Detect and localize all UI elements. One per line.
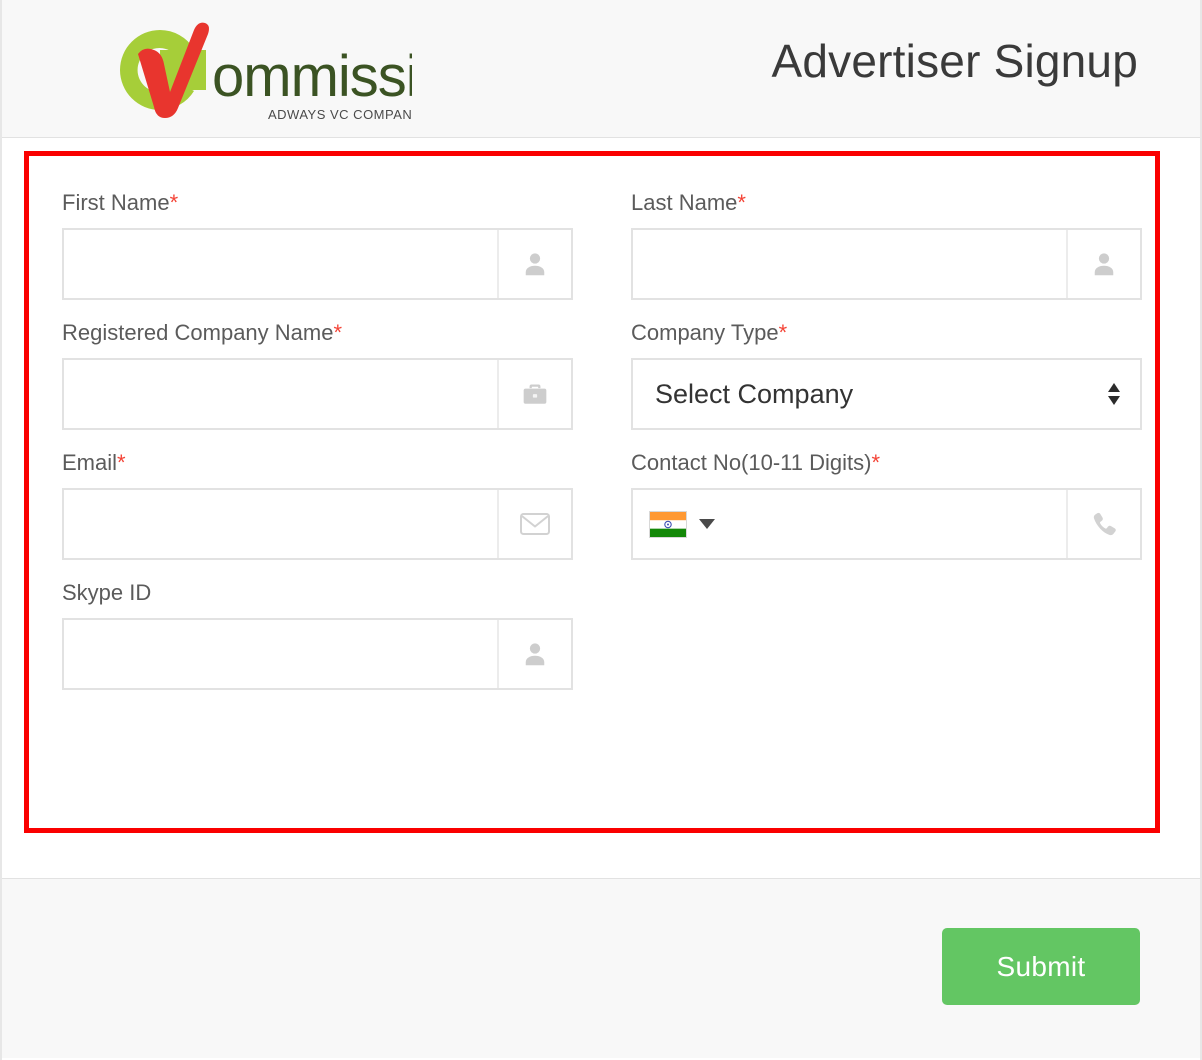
form-row: Skype ID [62,580,1142,690]
briefcase-icon [497,360,571,428]
field-skype-id: Skype ID [62,580,573,690]
field-first-name: First Name* [62,190,573,300]
required-asterisk: * [333,320,343,345]
skype-id-input-shell[interactable] [62,618,573,690]
page-title: Advertiser Signup [771,35,1138,87]
form-row: Registered Company Name* Company Type* S… [62,320,1142,430]
updown-arrows-icon [1088,379,1140,409]
label-text: Contact No(10-11 Digits) [631,450,872,475]
first-name-input-shell[interactable] [62,228,573,300]
field-email: Email* [62,450,573,560]
required-asterisk: * [871,450,881,475]
email-input-shell[interactable] [62,488,573,560]
user-icon [1066,230,1140,298]
field-registered-company-name: Registered Company Name* [62,320,573,430]
phone-icon [1066,490,1140,558]
india-flag-icon [649,510,687,538]
registered-company-name-input[interactable] [64,360,497,428]
contact-no-input[interactable] [715,490,1066,558]
label-first-name: First Name* [62,190,573,216]
label-skype-id: Skype ID [62,580,573,606]
label-text: Registered Company Name [62,320,334,345]
required-asterisk: * [117,450,126,475]
logo-tagline: ADWAYS VC COMPANY [268,107,412,122]
label-text: Skype ID [62,580,152,605]
form-row: First Name* Last Name* [62,190,1142,300]
submit-button[interactable]: Submit [942,928,1140,1005]
label-text: Last Name [631,190,738,215]
required-asterisk: * [778,320,788,345]
page-header: ommission ADWAYS VC COMPANY Advertiser S… [2,0,1200,138]
field-company-type: Company Type* Select Company [631,320,1142,430]
company-type-selected-value: Select Company [655,378,854,409]
user-icon [497,620,571,688]
label-registered-company-name: Registered Company Name* [62,320,573,346]
field-last-name: Last Name* [631,190,1142,300]
form-grid: First Name* Last Name* Registered Compan… [62,190,1142,710]
first-name-input[interactable] [64,230,497,298]
envelope-icon [497,490,571,558]
last-name-input[interactable] [633,230,1066,298]
label-company-type: Company Type* [631,320,1142,346]
label-text: Email [62,450,118,475]
skype-id-input[interactable] [64,620,497,688]
country-selector[interactable] [633,510,715,538]
form-row: Email* Contact No(10-11 Digits)* [62,450,1142,560]
form-body: First Name* Last Name* Registered Compan… [2,138,1200,878]
registered-company-name-input-shell[interactable] [62,358,573,430]
required-asterisk: * [169,190,179,215]
last-name-input-shell[interactable] [631,228,1142,300]
page-footer: Submit [2,878,1200,1058]
required-asterisk: * [737,190,746,215]
label-text: First Name [62,190,170,215]
label-contact-no: Contact No(10-11 Digits)* [631,450,1142,476]
label-last-name: Last Name* [631,190,1142,216]
signup-page: ommission ADWAYS VC COMPANY Advertiser S… [0,0,1202,1060]
vcommission-logo: ommission ADWAYS VC COMPANY [72,14,412,126]
company-type-select[interactable]: Select Company [631,358,1142,430]
user-icon [497,230,571,298]
caret-down-icon[interactable] [699,519,715,529]
logo-brand-text: ommission [212,44,412,109]
email-input[interactable] [64,490,497,558]
field-contact-no: Contact No(10-11 Digits)* [631,450,1142,560]
label-text: Company Type [631,320,779,345]
label-email: Email* [62,450,573,476]
contact-no-input-shell[interactable] [631,488,1142,560]
